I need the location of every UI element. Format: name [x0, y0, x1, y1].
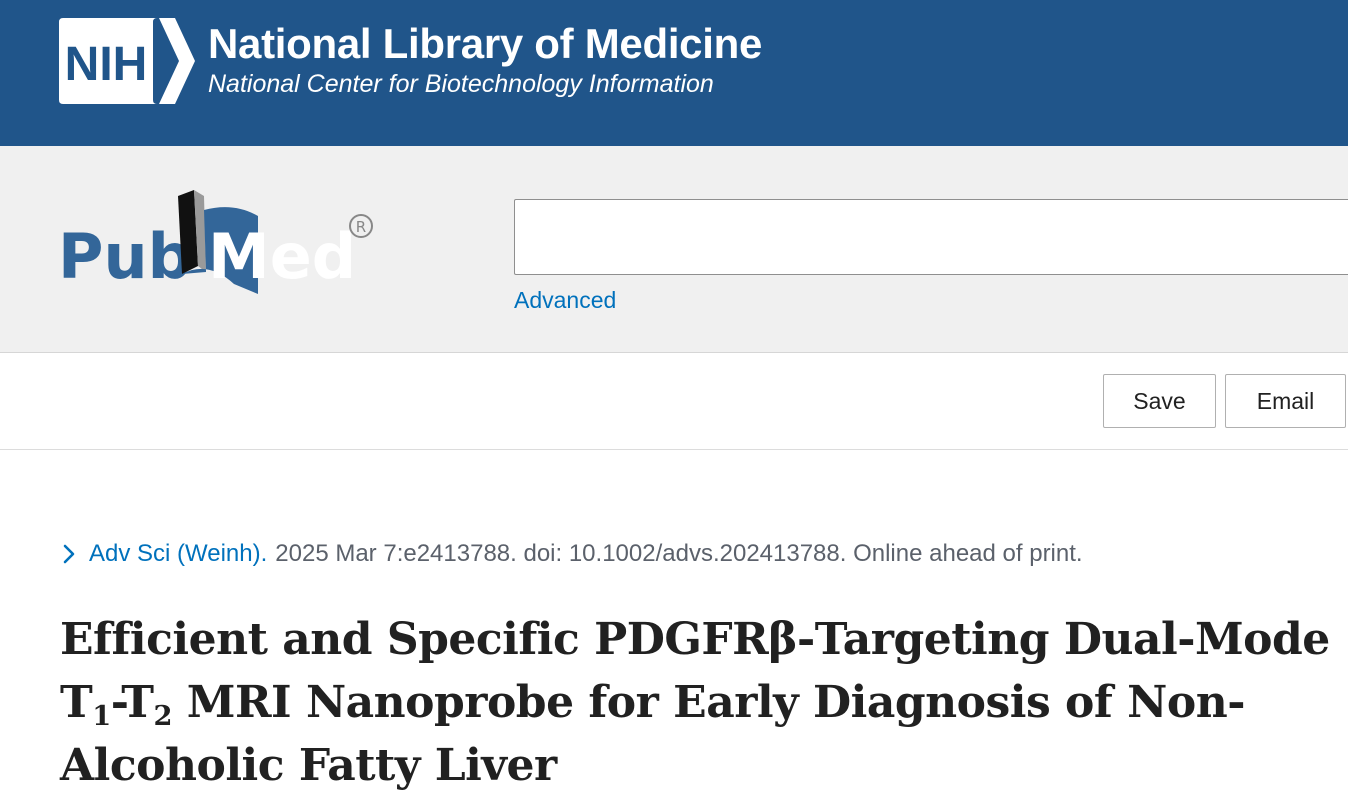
nih-banner: NIH National Library of Medicine Nationa…: [0, 0, 1348, 146]
article-title: Efficient and Specific PDGFRβ-Targeting …: [60, 614, 1330, 791]
svg-text:NIH: NIH: [65, 38, 148, 91]
journal-link[interactable]: Adv Sci (Weinh).: [89, 540, 267, 568]
chevron-right-icon[interactable]: [60, 542, 80, 566]
email-button[interactable]: Email: [1225, 374, 1346, 428]
nih-logo-icon[interactable]: NIH: [59, 18, 197, 104]
nlm-title[interactable]: National Library of Medicine: [208, 20, 762, 68]
article-toolbar: Save Email: [0, 353, 1348, 450]
citation-details: 2025 Mar 7:e2413788. doi: 10.1002/advs.2…: [275, 540, 1083, 567]
save-button[interactable]: Save: [1103, 374, 1216, 428]
search-input[interactable]: [514, 199, 1348, 275]
search-band: Pub Med R Advanced: [0, 146, 1348, 353]
advanced-search-link[interactable]: Advanced: [514, 287, 616, 314]
svg-text:Med: Med: [208, 220, 356, 293]
svg-text:Pub: Pub: [58, 220, 192, 293]
ncbi-subtitle[interactable]: National Center for Biotechnology Inform…: [208, 70, 714, 99]
citation-line: Adv Sci (Weinh). 2025 Mar 7:e2413788. do…: [60, 540, 1083, 568]
svg-text:R: R: [356, 218, 366, 236]
pubmed-logo-icon[interactable]: Pub Med R: [58, 186, 378, 298]
